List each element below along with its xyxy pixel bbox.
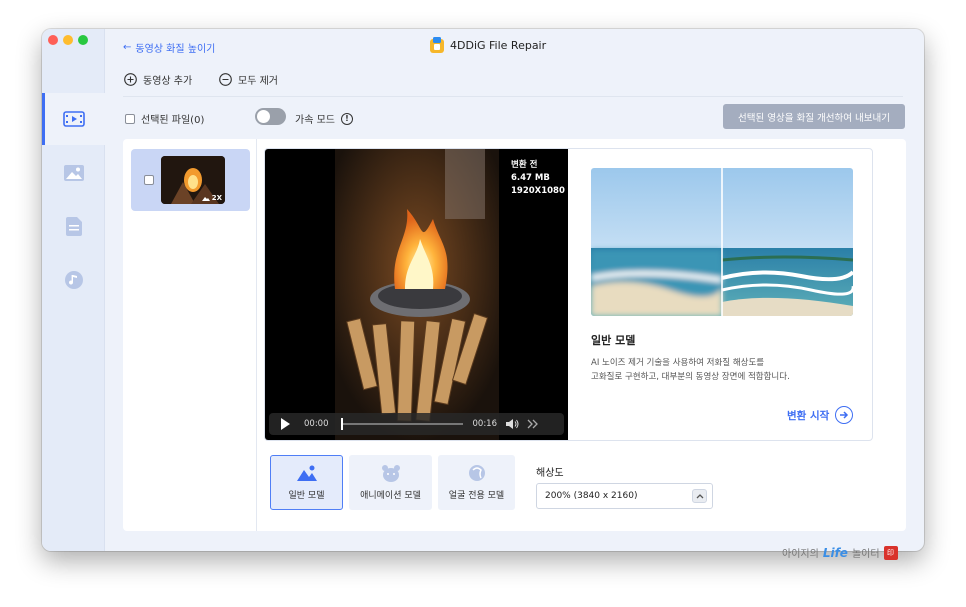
video-resolution: 1920X1080 xyxy=(511,186,565,196)
back-link-label: 동영상 화질 높이기 xyxy=(135,44,216,55)
animation-model-icon xyxy=(381,465,400,482)
back-link[interactable]: ← 동영상 화질 높이기 xyxy=(123,40,215,55)
current-time: 00:00 xyxy=(304,419,329,429)
resolution-value: 200% (3840 x 2160) xyxy=(545,491,638,501)
preview-card: 변환 전 6.47 MB 1920X1080 00:00 00:16 일반 모델… xyxy=(264,148,873,441)
watermark-prefix: 아이지의 xyxy=(782,549,819,560)
model-description: AI 노이즈 제거 기술을 사용하여 저화질 해상도를 고화질로 구현하고, 대… xyxy=(591,356,853,384)
model-title: 일반 모델 xyxy=(591,334,636,347)
general-model-icon xyxy=(296,465,317,481)
start-convert-button[interactable]: 변환 시작 xyxy=(787,406,854,424)
video-player[interactable]: 변환 전 6.47 MB 1920X1080 00:00 00:16 xyxy=(265,149,568,440)
window-title: 4DDiG File Repair xyxy=(430,37,546,53)
model-description-line-2: 고화질로 구현하고, 대부분의 동영상 장면에 적합합니다. xyxy=(591,372,790,382)
image-badge-icon xyxy=(201,197,210,201)
upscale-badge-label: 2X xyxy=(211,194,222,202)
sidebar xyxy=(42,29,105,551)
toolbar-divider xyxy=(123,96,903,97)
chevron-up-icon[interactable] xyxy=(692,489,707,503)
video-controls: 00:00 00:16 xyxy=(269,413,564,435)
file-thumbnail: 2X xyxy=(161,156,225,204)
watermark-life: Life xyxy=(822,545,848,560)
selected-files-label: 선택된 파일(0) xyxy=(141,115,205,126)
minus-circle-icon xyxy=(219,73,232,86)
sidebar-item-photo[interactable] xyxy=(42,147,105,199)
info-icon[interactable]: ! xyxy=(340,112,353,125)
app-logo-icon xyxy=(430,37,444,53)
seal-icon: 印 xyxy=(883,545,898,560)
model-face-label: 얼굴 전용 모델 xyxy=(448,491,505,501)
file-checkbox[interactable] xyxy=(144,175,154,185)
video-info: 변환 전 6.47 MB 1920X1080 xyxy=(511,159,565,198)
add-video-label: 동영상 추가 xyxy=(143,76,193,87)
plus-circle-icon xyxy=(124,73,137,86)
zoom-window-button[interactable] xyxy=(78,35,88,45)
sidebar-item-video[interactable] xyxy=(42,93,105,145)
play-button[interactable] xyxy=(281,418,290,430)
seek-knob[interactable] xyxy=(340,418,343,430)
remove-all-label: 모두 제거 xyxy=(238,76,278,87)
video-frame xyxy=(335,149,499,440)
accel-mode: 가속 모드 ! xyxy=(295,111,353,126)
watermark: 아이지의 Life 놀이터 印 xyxy=(782,545,898,560)
video-info-title: 변환 전 xyxy=(511,160,538,170)
model-info: 일반 모델 AI 노이즈 제거 기술을 사용하여 저화질 해상도를 고화질로 구… xyxy=(591,168,853,384)
watermark-suffix: 놀이터 xyxy=(851,549,880,560)
close-window-button[interactable] xyxy=(48,35,58,45)
model-face-button[interactable]: 얼굴 전용 모델 xyxy=(438,455,515,510)
content-panel: 2X 변환 전 6.47 MB 1920X1080 00:00 00:16 일반… xyxy=(123,139,906,531)
resolution-label: 해상도 xyxy=(536,468,564,479)
fast-forward-icon[interactable] xyxy=(527,419,539,429)
face-model-icon xyxy=(468,465,485,481)
back-arrow-icon: ← xyxy=(123,42,132,53)
minimize-window-button[interactable] xyxy=(63,35,73,45)
export-button[interactable]: 선택된 영상을 화질 개선하여 내보내기 xyxy=(723,104,905,129)
sidebar-item-document[interactable] xyxy=(42,200,105,252)
desktop: ← 동영상 화질 높이기 4DDiG File Repair 동영상 추가 모두… xyxy=(0,0,966,607)
model-compare-image xyxy=(591,168,853,316)
arrow-right-icon xyxy=(835,406,854,424)
file-item[interactable]: 2X xyxy=(131,149,250,211)
volume-icon[interactable] xyxy=(505,418,519,430)
seek-bar[interactable] xyxy=(340,418,463,430)
model-general-button[interactable]: 일반 모델 xyxy=(270,455,343,510)
add-video-button[interactable]: 동영상 추가 xyxy=(124,72,192,87)
total-time: 00:16 xyxy=(472,419,498,429)
music-icon xyxy=(64,271,83,289)
model-description-line-1: AI 노이즈 제거 기술을 사용하여 저화질 해상도를 xyxy=(591,358,765,368)
file-list: 2X xyxy=(123,139,257,531)
image-icon xyxy=(63,165,84,181)
model-animation-button[interactable]: 애니메이션 모델 xyxy=(349,455,432,510)
upscale-badge: 2X xyxy=(201,194,222,202)
video-enhance-icon xyxy=(62,111,85,127)
select-all-checkbox[interactable] xyxy=(125,113,135,124)
accel-mode-toggle[interactable] xyxy=(255,108,286,125)
accel-mode-label: 가속 모드 xyxy=(295,115,335,126)
video-file-size: 6.47 MB xyxy=(511,173,550,183)
remove-all-button[interactable]: 모두 제거 xyxy=(219,72,278,87)
resolution-select[interactable]: 200% (3840 x 2160) xyxy=(536,483,713,509)
model-general-label: 일반 모델 xyxy=(288,491,325,501)
sidebar-item-audio[interactable] xyxy=(42,254,105,306)
start-convert-label: 변환 시작 xyxy=(787,409,830,422)
select-all-files[interactable]: 선택된 파일(0) xyxy=(125,111,204,126)
main-area: ← 동영상 화질 높이기 4DDiG File Repair 동영상 추가 모두… xyxy=(105,29,924,551)
app-window: ← 동영상 화질 높이기 4DDiG File Repair 동영상 추가 모두… xyxy=(42,29,924,551)
model-animation-label: 애니메이션 모델 xyxy=(360,491,421,501)
document-icon xyxy=(65,216,82,236)
app-title: 4DDiG File Repair xyxy=(450,38,547,52)
